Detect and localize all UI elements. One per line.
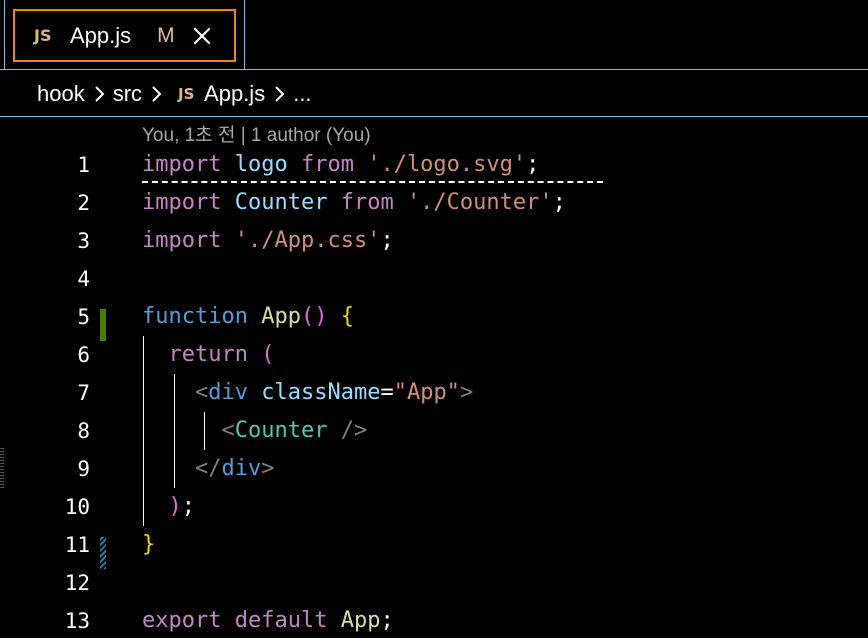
chevron-right-icon: [89, 83, 109, 105]
semicolon: ;: [552, 190, 566, 215]
code-line[interactable]: 6 return (: [0, 336, 868, 374]
code-line[interactable]: 4: [0, 260, 868, 298]
code-text[interactable]: return (: [142, 336, 275, 374]
code-text[interactable]: );: [142, 488, 196, 526]
keyword-default: default: [234, 608, 328, 633]
code-line[interactable]: 7 <div className="App">: [0, 374, 868, 412]
code-text[interactable]: import logo from './logo.svg';: [142, 146, 539, 184]
function-name: App: [261, 304, 301, 329]
line-number: 13: [64, 609, 90, 633]
keyword-import: import: [142, 190, 222, 215]
code-line[interactable]: 1 import logo from './logo.svg';: [0, 146, 868, 184]
keyword-import: import: [142, 152, 222, 177]
line-number: 2: [77, 191, 90, 215]
line-number: 6: [77, 343, 90, 367]
semicolon: ;: [181, 494, 195, 519]
closing-tag-open-bracket: </: [194, 456, 222, 481]
line-number: 12: [64, 571, 90, 595]
editor-tab-bar: JS App.js M: [0, 0, 868, 70]
component-counter: Counter: [234, 418, 328, 443]
semicolon: ;: [380, 228, 394, 253]
line-number: 3: [77, 229, 90, 253]
attribute-classname: className: [261, 380, 381, 405]
tag-open-bracket: <: [194, 380, 209, 405]
string-literal: './logo.svg': [367, 152, 527, 177]
unused-import-warning-underline: [142, 181, 603, 183]
line-number: 11: [64, 533, 90, 557]
equals-sign: =: [380, 380, 394, 405]
breadcrumb-item-src[interactable]: src: [113, 81, 142, 107]
line-number: 5: [77, 305, 90, 329]
keyword-from: from: [300, 152, 354, 177]
line-number: 10: [64, 495, 90, 519]
chevron-right-icon: [269, 83, 289, 105]
line-number: 7: [77, 381, 90, 405]
tab-app-js[interactable]: JS App.js M: [4, 0, 245, 70]
parameter-parens: (): [300, 304, 328, 329]
line-number: 4: [77, 267, 90, 291]
code-text[interactable]: import Counter from './Counter';: [142, 184, 566, 222]
identifier-counter: Counter: [234, 190, 328, 215]
code-line[interactable]: 3 import './App.css';: [0, 222, 868, 260]
line-number: 1: [77, 153, 90, 177]
identifier-logo: logo: [234, 152, 288, 177]
code-text[interactable]: <Counter />: [142, 412, 367, 450]
attribute-value: "App": [393, 380, 460, 405]
code-text[interactable]: </div>: [142, 450, 275, 488]
line-number: 9: [77, 457, 90, 481]
active-tab-focus-border[interactable]: JS App.js M: [13, 9, 236, 62]
string-literal: './Counter': [406, 190, 553, 215]
code-editor[interactable]: You, 1초 전 | 1 author (You) 1 import logo…: [0, 118, 868, 638]
tag-open-bracket: <: [221, 418, 235, 443]
code-line[interactable]: 11 }: [0, 526, 868, 564]
git-blame-codelens[interactable]: You, 1초 전 | 1 author (You): [142, 120, 371, 147]
code-line[interactable]: 9 </div>: [0, 450, 868, 488]
tag-name-div: div: [208, 380, 248, 405]
string-literal: './App.css': [234, 228, 381, 253]
tag-close-bracket: >: [261, 456, 275, 481]
open-paren: (: [261, 342, 275, 367]
code-line[interactable]: 12: [0, 564, 868, 602]
keyword-function: function: [142, 304, 248, 329]
semicolon: ;: [380, 608, 394, 633]
javascript-file-icon: JS: [34, 26, 52, 45]
keyword-export: export: [142, 608, 222, 633]
code-line[interactable]: 10 );: [0, 488, 868, 526]
chevron-right-icon: [146, 83, 166, 105]
close-icon[interactable]: [191, 25, 213, 47]
breadcrumb: hook src JS App.js ...: [0, 71, 868, 117]
close-paren: ): [168, 494, 182, 519]
line-number: 8: [77, 419, 90, 443]
identifier-app: App: [340, 608, 381, 633]
breadcrumb-item-app-js[interactable]: App.js: [204, 81, 265, 107]
code-text[interactable]: }: [142, 526, 155, 564]
breadcrumb-item-symbols[interactable]: ...: [293, 81, 311, 107]
tab-filename: App.js: [70, 22, 132, 48]
keyword-from: from: [340, 190, 394, 215]
open-brace: {: [340, 304, 354, 329]
tag-name-div: div: [221, 456, 262, 481]
modified-badge: M: [157, 23, 175, 47]
code-line[interactable]: 5 function App() {: [0, 298, 868, 336]
tag-close-bracket: >: [459, 380, 474, 405]
code-line[interactable]: 8 <Counter />: [0, 412, 868, 450]
code-text[interactable]: import './App.css';: [142, 222, 394, 260]
code-line[interactable]: 2 import Counter from './Counter';: [0, 184, 868, 222]
code-text[interactable]: export default App;: [142, 602, 394, 638]
code-text[interactable]: <div className="App">: [142, 374, 473, 412]
breadcrumb-item-hook[interactable]: hook: [37, 81, 85, 107]
self-closing-bracket: />: [340, 418, 368, 443]
code-text[interactable]: function App() {: [142, 298, 354, 336]
keyword-return: return: [168, 342, 248, 367]
javascript-file-icon: JS: [178, 84, 195, 103]
keyword-import: import: [142, 228, 222, 253]
close-brace: }: [142, 532, 156, 557]
code-line[interactable]: 13 export default App;: [0, 602, 868, 638]
semicolon: ;: [526, 152, 540, 177]
